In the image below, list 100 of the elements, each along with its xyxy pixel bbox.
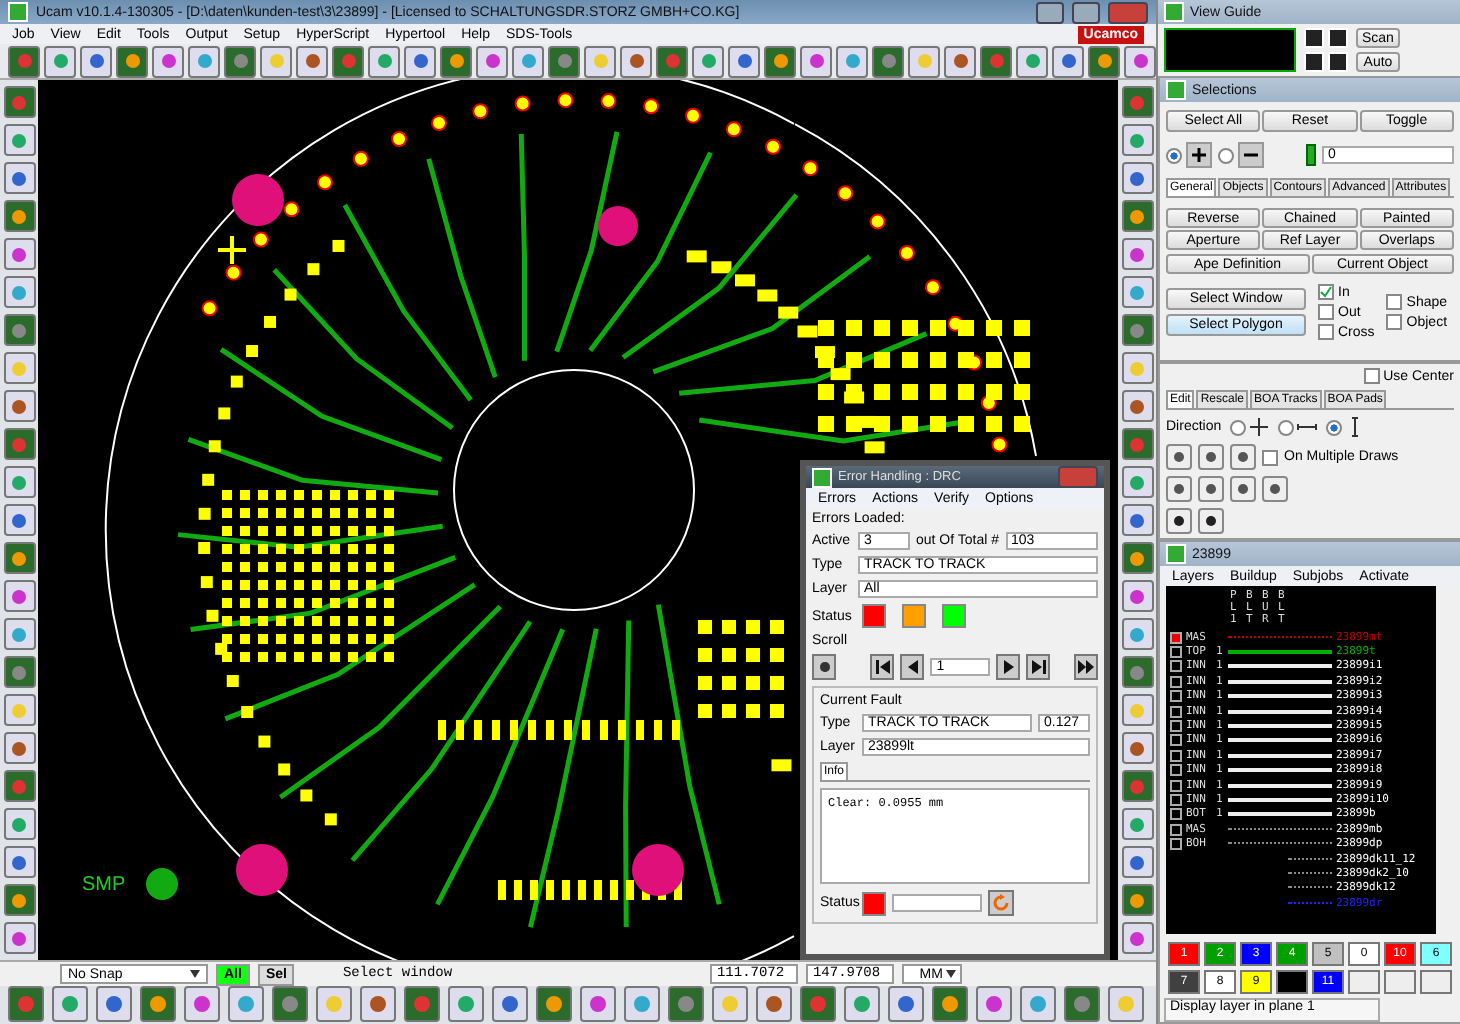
plane-color-button[interactable]	[1276, 970, 1308, 994]
layer-checkbox[interactable]	[1170, 823, 1182, 836]
direction-radio[interactable]	[1277, 419, 1294, 435]
layer-checkbox[interactable]	[1170, 720, 1182, 733]
tool-icon[interactable]	[1121, 466, 1153, 499]
tool-icon[interactable]	[404, 986, 440, 1023]
tool-icon[interactable]	[3, 922, 35, 955]
tool-icon[interactable]	[52, 986, 88, 1023]
tool-icon[interactable]	[872, 45, 904, 78]
close-button[interactable]	[1108, 1, 1148, 24]
tool-icon[interactable]	[368, 45, 400, 78]
tool-icon[interactable]	[800, 986, 836, 1023]
tool-icon[interactable]	[756, 986, 792, 1023]
tool-icon[interactable]	[712, 986, 748, 1023]
tool-icon[interactable]	[188, 45, 220, 78]
layer-checkbox[interactable]	[1170, 705, 1182, 718]
tool-icon[interactable]	[1121, 314, 1153, 347]
tool-icon[interactable]	[580, 986, 616, 1023]
tool-icon[interactable]	[3, 770, 35, 803]
tool-icon[interactable]	[440, 45, 472, 78]
tool-icon[interactable]	[548, 45, 580, 78]
tool-icon[interactable]	[3, 466, 35, 499]
tool-icon[interactable]	[1121, 732, 1153, 765]
tool-icon[interactable]	[3, 390, 35, 423]
tool-icon[interactable]	[1121, 162, 1153, 195]
tool-icon[interactable]	[3, 618, 35, 651]
tool-icon[interactable]	[836, 45, 868, 78]
layer-checkbox[interactable]	[1170, 838, 1182, 851]
layer-checkbox[interactable]	[1170, 631, 1182, 644]
tool-icon[interactable]	[944, 45, 976, 78]
tool-icon[interactable]	[260, 45, 292, 78]
layer-checkbox[interactable]	[1170, 779, 1182, 792]
edit-tool-icon[interactable]	[1198, 508, 1224, 534]
tool-icon[interactable]	[1064, 986, 1100, 1023]
layer-checkbox[interactable]	[1170, 646, 1182, 659]
tool-icon[interactable]	[1121, 124, 1153, 157]
tool-icon[interactable]	[3, 428, 35, 461]
checkbox[interactable]	[1318, 284, 1334, 300]
layer-checkbox[interactable]	[1170, 764, 1182, 777]
edit-tool-icon[interactable]	[1230, 444, 1256, 470]
status-field[interactable]	[892, 894, 982, 912]
tool-icon[interactable]	[1121, 770, 1153, 803]
tool-icon[interactable]	[1121, 200, 1153, 233]
tool-icon[interactable]	[3, 200, 35, 233]
next-icon[interactable]	[996, 654, 1021, 680]
tool-icon[interactable]	[3, 656, 35, 689]
tool-icon[interactable]	[3, 542, 35, 575]
tool-icon[interactable]	[1121, 238, 1153, 271]
tool-icon[interactable]	[96, 986, 132, 1023]
tool-icon[interactable]	[1121, 86, 1153, 119]
tool-icon[interactable]	[3, 580, 35, 613]
tool-icon[interactable]	[1121, 428, 1153, 461]
tool-icon[interactable]	[800, 45, 832, 78]
tool-icon[interactable]	[656, 45, 688, 78]
tool-icon[interactable]	[512, 45, 544, 78]
minimize-button[interactable]	[1036, 1, 1064, 24]
tool-icon[interactable]	[404, 45, 436, 78]
tool-icon[interactable]	[8, 986, 44, 1023]
tool-icon[interactable]	[844, 986, 880, 1023]
tool-icon[interactable]	[980, 45, 1012, 78]
tool-icon[interactable]	[296, 45, 328, 78]
previous-icon[interactable]	[900, 654, 925, 680]
tool-icon[interactable]	[1121, 276, 1153, 309]
tool-icon[interactable]	[228, 986, 264, 1023]
tool-icon[interactable]	[3, 314, 35, 347]
tool-icon[interactable]	[3, 352, 35, 385]
tool-icon[interactable]	[360, 986, 396, 1023]
tool-icon[interactable]	[3, 276, 35, 309]
tool-icon[interactable]	[3, 86, 35, 119]
tool-icon[interactable]	[908, 45, 940, 78]
tool-icon[interactable]	[624, 986, 660, 1023]
tool-icon[interactable]	[3, 808, 35, 841]
tool-icon[interactable]	[1121, 808, 1153, 841]
tool-icon[interactable]	[448, 986, 484, 1023]
tool-icon[interactable]	[764, 45, 796, 78]
tool-icon[interactable]	[536, 986, 572, 1023]
tool-icon[interactable]	[1016, 45, 1048, 78]
tool-icon[interactable]	[316, 986, 352, 1023]
tool-icon[interactable]	[476, 45, 508, 78]
tool-icon[interactable]	[3, 884, 35, 917]
mode-radio[interactable]	[1218, 147, 1234, 163]
tool-icon[interactable]	[1052, 45, 1084, 78]
tool-icon[interactable]	[3, 846, 35, 879]
fast-forward-icon[interactable]	[1073, 654, 1098, 680]
tool-icon[interactable]	[3, 124, 35, 157]
checkbox[interactable]	[1262, 449, 1278, 465]
direction-radio[interactable]	[1229, 419, 1246, 435]
tool-icon[interactable]	[976, 986, 1012, 1023]
tool-icon[interactable]	[1121, 884, 1153, 917]
layer-checkbox[interactable]	[1170, 749, 1182, 762]
tool-icon[interactable]	[80, 45, 112, 78]
tool-icon[interactable]	[140, 986, 176, 1023]
tool-icon[interactable]	[152, 45, 184, 78]
layer-checkbox[interactable]	[1170, 734, 1182, 747]
tool-icon[interactable]	[332, 45, 364, 78]
checkbox[interactable]	[1318, 324, 1334, 340]
tool-icon[interactable]	[1121, 390, 1153, 423]
tool-icon[interactable]	[3, 162, 35, 195]
tool-icon[interactable]	[8, 45, 40, 78]
checkbox[interactable]	[1363, 368, 1380, 384]
